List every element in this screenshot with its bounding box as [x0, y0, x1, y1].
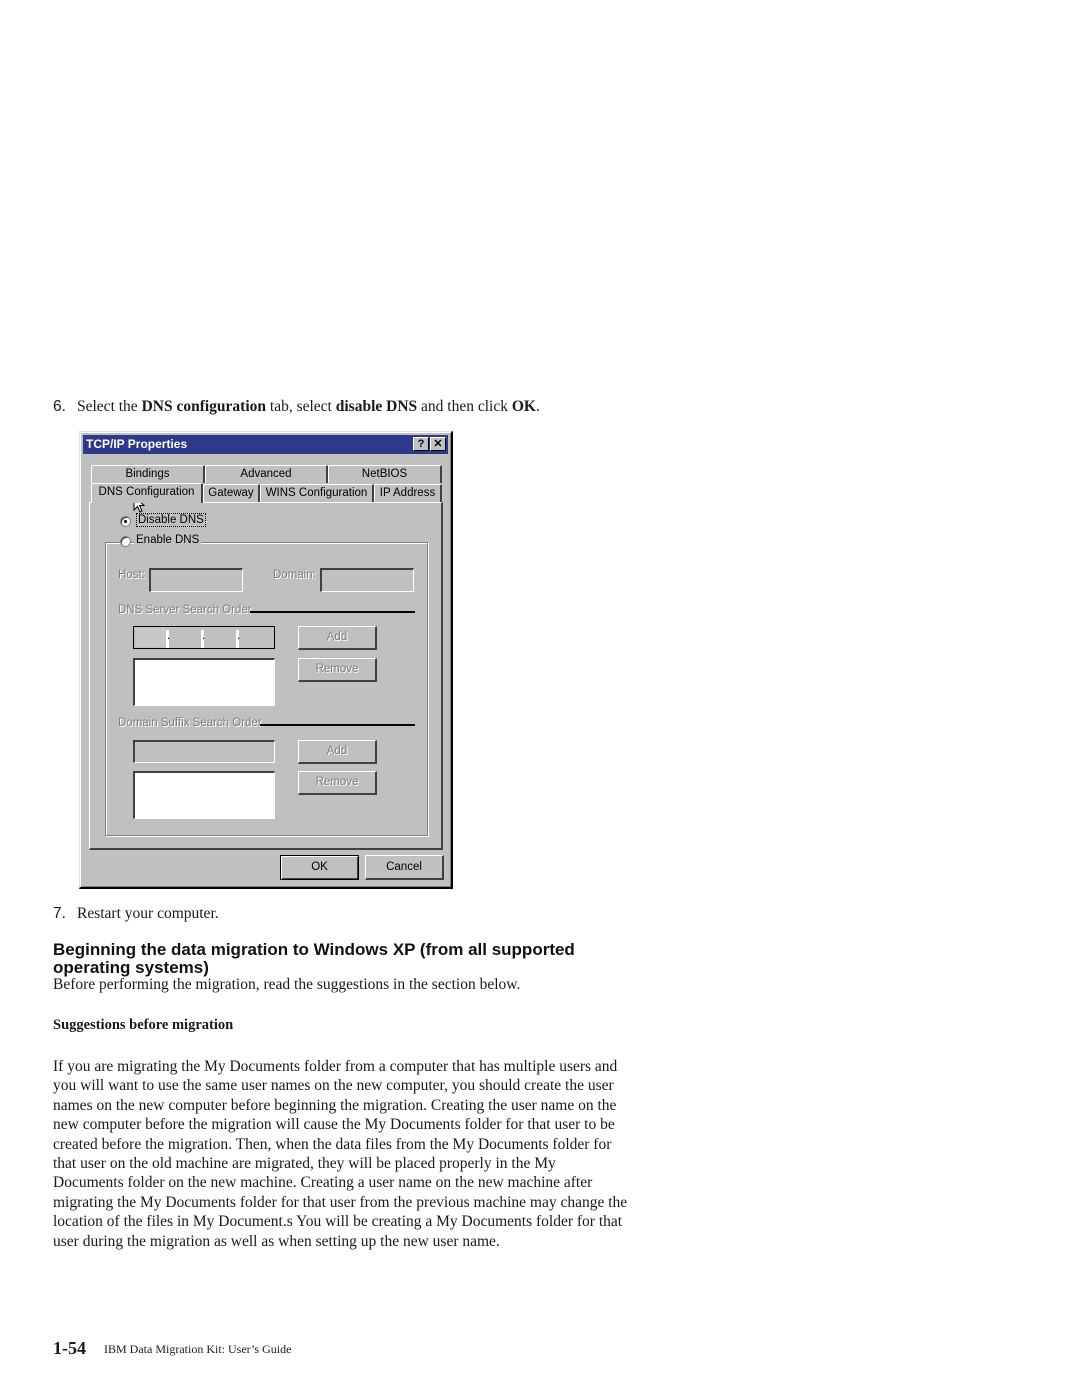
- tab-bindings[interactable]: Bindings: [91, 465, 205, 483]
- section-heading: Beginning the data migration to Windows …: [53, 940, 575, 977]
- dns-remove-button[interactable]: Remove: [298, 658, 377, 682]
- domain-suffix-search-order-label: Domain Suffix Search Order: [118, 717, 262, 729]
- close-icon: ✕: [433, 438, 443, 450]
- step-text-bold: disable DNS: [335, 398, 418, 415]
- step-7: 7. Restart your computer.: [53, 905, 219, 923]
- subheading: Suggestions before migration: [53, 1017, 234, 1033]
- title-bar: TCP/IP Properties ? ✕: [83, 435, 448, 454]
- step-number: 6.: [53, 398, 66, 415]
- dns-server-ip-input[interactable]: . . .: [133, 626, 275, 649]
- tab-label: IP Address: [379, 487, 436, 499]
- tab-advanced[interactable]: Advanced: [205, 465, 328, 483]
- dns-server-search-order-label: DNS Server Search Order: [118, 604, 252, 616]
- tcpip-properties-dialog: TCP/IP Properties ? ✕ Bindings Advanced …: [79, 431, 453, 889]
- dns-configuration-panel: Disable DNS Enable DNS Host: Domain: DNS…: [89, 502, 443, 850]
- section-intro: Before performing the migration, read th…: [53, 976, 521, 993]
- close-button[interactable]: ✕: [430, 437, 446, 451]
- cancel-button[interactable]: Cancel: [365, 855, 444, 880]
- help-button[interactable]: ?: [413, 437, 429, 451]
- step-text-bold: OK: [511, 398, 536, 415]
- domain-input[interactable]: [320, 568, 414, 592]
- tab-label: DNS Configuration: [98, 486, 195, 498]
- domain-suffix-input[interactable]: [133, 740, 275, 763]
- tab-label: WINS Configuration: [265, 487, 368, 499]
- step-text: Restart your computer.: [77, 905, 219, 922]
- ok-button[interactable]: OK: [280, 855, 359, 880]
- disable-dns-label[interactable]: Disable DNS: [136, 513, 206, 527]
- step-6: 6. Select the DNS configuration tab, sele…: [53, 398, 540, 416]
- separator-line: [260, 724, 415, 726]
- domain-suffix-list[interactable]: [133, 771, 275, 819]
- enable-dns-label[interactable]: Enable DNS: [134, 534, 202, 546]
- body-paragraph: If you are migrating the My Documents fo…: [53, 1058, 628, 1250]
- tab-label: Gateway: [208, 487, 254, 499]
- step-text: .: [535, 398, 540, 415]
- dns-server-list[interactable]: [133, 658, 275, 706]
- step-text: Select the: [77, 398, 142, 415]
- host-label: Host:: [118, 569, 145, 581]
- book-title: IBM Data Migration Kit: User’s Guide: [104, 1342, 292, 1356]
- suffix-add-button[interactable]: Add: [298, 740, 377, 764]
- ip-dot: .: [237, 630, 241, 642]
- step-number: 7.: [53, 905, 66, 922]
- step-text: tab, select: [266, 398, 336, 415]
- tab-label: Advanced: [240, 468, 292, 480]
- tab-wins-configuration[interactable]: WINS Configuration: [260, 484, 374, 502]
- dialog-title: TCP/IP Properties: [86, 437, 188, 451]
- tab-netbios[interactable]: NetBIOS: [328, 465, 442, 483]
- enable-dns-radio[interactable]: [120, 536, 131, 547]
- suffix-remove-button[interactable]: Remove: [298, 771, 377, 795]
- tab-gateway[interactable]: Gateway: [203, 484, 260, 502]
- domain-label: Domain:: [273, 569, 316, 581]
- ip-dot: .: [167, 630, 171, 642]
- disable-dns-radio[interactable]: [120, 516, 131, 527]
- tab-label: Bindings: [125, 468, 170, 480]
- dns-add-button[interactable]: Add: [298, 626, 377, 650]
- step-text: and then click: [417, 398, 512, 415]
- host-input[interactable]: [149, 568, 243, 592]
- help-icon: ?: [417, 438, 425, 450]
- ip-dot: .: [202, 630, 206, 642]
- tab-dns-configuration[interactable]: DNS Configuration: [91, 483, 203, 503]
- step-text-bold: DNS configuration: [141, 398, 267, 415]
- page-number: 1-54: [53, 1338, 86, 1358]
- tab-ip-address[interactable]: IP Address: [374, 484, 442, 502]
- separator-line: [250, 611, 415, 613]
- tab-label: NetBIOS: [361, 468, 408, 480]
